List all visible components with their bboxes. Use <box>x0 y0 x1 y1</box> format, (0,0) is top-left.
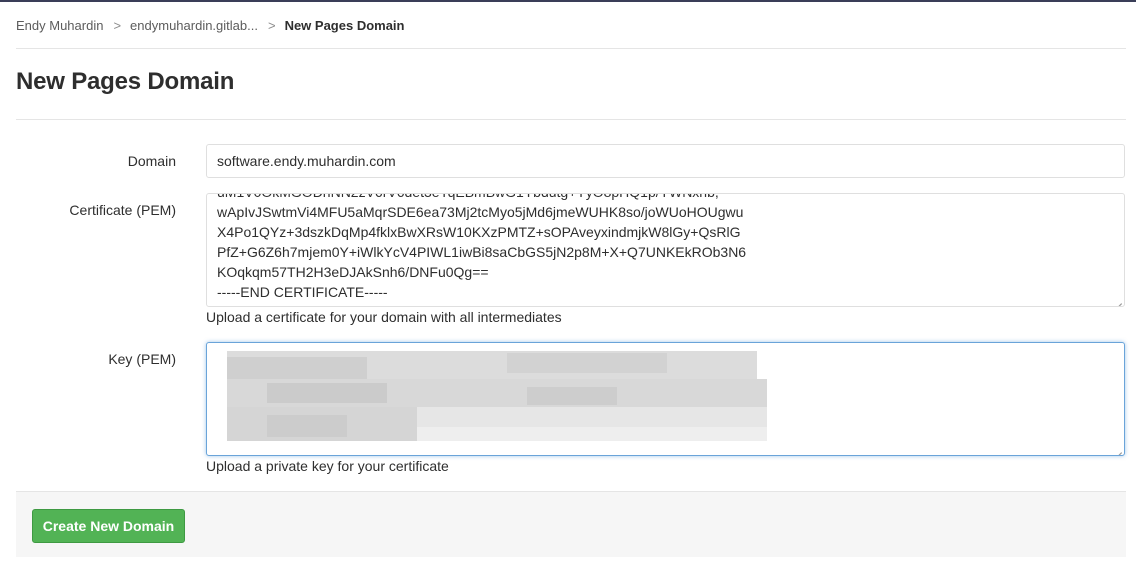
certificate-line: PfZ+G6Z6h7mjem0Y+iWlkYcV4PIWL1iwBi8saCbG… <box>217 244 747 260</box>
certificate-line: KOqkqm57TH2H3eDJAkSnh6/DNFu0Qg== <box>217 264 489 280</box>
divider <box>16 119 1126 120</box>
certificate-line: X4Po1QYz+3dszkDqMp4fklxBwXRsW10KXzPMTZ+s… <box>217 224 741 240</box>
certificate-line: -----END CERTIFICATE----- <box>217 284 388 300</box>
form-actions: Create New Domain <box>16 491 1126 557</box>
top-bar <box>0 0 1136 2</box>
certificate-line: uM1V0OkMGODhNN2zV6rV6det3eYqEBmBwG1Ybdut… <box>217 194 746 202</box>
breadcrumb-item-current: New Pages Domain <box>284 17 405 33</box>
breadcrumb-separator-icon: > <box>113 17 122 33</box>
key-textarea[interactable] <box>206 342 1125 456</box>
certificate-help-text: Upload a certificate for your domain wit… <box>206 309 562 325</box>
domain-input[interactable]: software.endy.muhardin.com <box>206 144 1125 178</box>
domain-label: Domain <box>127 153 176 169</box>
create-domain-button[interactable]: Create New Domain <box>32 509 185 543</box>
breadcrumb-separator-icon: > <box>267 17 276 33</box>
resize-handle-icon[interactable] <box>1113 295 1122 304</box>
certificate-text: uM1V0OkMGODhNN2zV6rV6det3eYqEBmBwG1Ybdut… <box>217 194 747 302</box>
breadcrumb: Endy Muhardin > endymuhardin.gitlab... >… <box>16 17 405 33</box>
breadcrumb-item-project[interactable]: endymuhardin.gitlab... <box>130 18 258 33</box>
certificate-line: wApIvJSwtmVi4MFU5aMqrSDE6ea73Mj2tcMyo5jM… <box>217 204 744 220</box>
domain-input-value: software.endy.muhardin.com <box>217 153 396 169</box>
certificate-label: Certificate (PEM) <box>69 202 176 218</box>
breadcrumb-item-user[interactable]: Endy Muhardin <box>16 18 103 33</box>
page-title: New Pages Domain <box>16 68 235 95</box>
certificate-textarea[interactable]: uM1V0OkMGODhNN2zV6rV6det3eYqEBmBwG1Ybdut… <box>206 193 1125 307</box>
key-help-text: Upload a private key for your certificat… <box>206 458 449 474</box>
key-label: Key (PEM) <box>108 351 176 367</box>
resize-handle-icon[interactable] <box>1113 444 1122 453</box>
divider <box>16 48 1126 49</box>
